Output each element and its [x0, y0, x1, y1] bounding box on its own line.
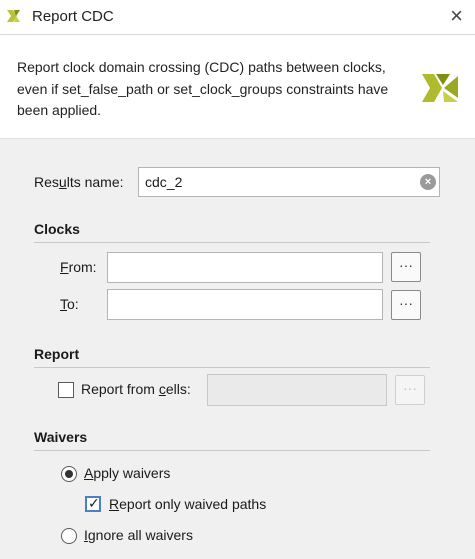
radio-selected-dot	[65, 470, 73, 478]
waivers-section-title: Waivers	[34, 429, 88, 445]
apply-waivers-radio[interactable]	[61, 466, 77, 482]
to-clock-input[interactable]	[107, 289, 383, 320]
clocks-section-title: Clocks	[34, 221, 80, 237]
waivers-divider	[34, 450, 430, 451]
report-section-title: Report	[34, 346, 80, 362]
from-label: From:	[60, 259, 97, 275]
clear-icon[interactable]: ×	[420, 174, 436, 190]
vivado-logo-icon	[7, 10, 20, 22]
report-from-cells-checkbox[interactable]	[58, 382, 74, 398]
results-name-input[interactable]	[138, 167, 440, 197]
window-title: Report CDC	[32, 8, 114, 25]
results-name-label: Results name:	[34, 174, 124, 190]
report-only-waived-checkbox[interactable]: ✓	[85, 495, 101, 512]
xilinx-brand-icon	[422, 74, 458, 102]
close-icon[interactable]: ×	[450, 5, 463, 27]
title-bar: Report CDC ×	[0, 0, 475, 35]
dialog-description: Report clock domain crossing (CDC) paths…	[17, 59, 389, 118]
from-browse-button[interactable]: ···	[391, 252, 421, 282]
from-clock-input[interactable]	[107, 252, 383, 283]
checkmark-icon: ✓	[88, 495, 100, 511]
to-label: To:	[60, 296, 79, 312]
clocks-divider	[34, 242, 430, 243]
apply-waivers-label: Apply waivers	[84, 465, 171, 481]
report-from-cells-input	[207, 374, 387, 406]
report-only-waived-label: Report only waived paths	[109, 496, 267, 512]
ignore-waivers-radio[interactable]	[61, 528, 77, 544]
report-from-cells-label: Report from cells:	[81, 381, 191, 397]
ignore-waivers-label: Ignore all waivers	[84, 527, 193, 543]
to-browse-button[interactable]: ···	[391, 290, 421, 320]
cells-browse-button: ···	[395, 375, 425, 405]
dialog-header: Report clock domain crossing (CDC) paths…	[0, 35, 475, 139]
report-divider	[34, 367, 430, 368]
